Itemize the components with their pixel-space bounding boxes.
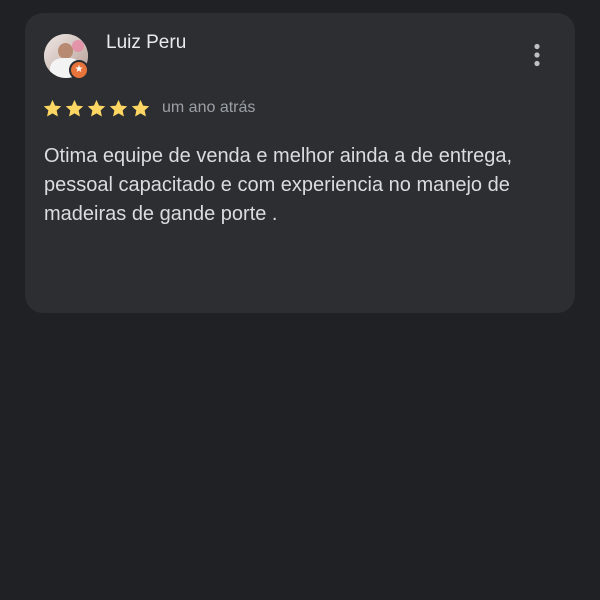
reviewer-name[interactable]: Luiz Peru xyxy=(106,31,186,55)
more-vertical-icon xyxy=(534,43,540,67)
star-icon xyxy=(42,98,63,119)
review-card: ★ Luiz Peru um ano atrás Otima equipe de… xyxy=(25,13,575,313)
review-text: Otima equipe de venda e melhor ainda a d… xyxy=(44,145,513,225)
rating-row: um ano atrás xyxy=(42,97,255,119)
local-guide-star-icon: ★ xyxy=(69,60,89,80)
star-rating xyxy=(42,98,151,119)
avatar-person-head xyxy=(58,43,73,59)
review-date: um ano atrás xyxy=(162,99,256,116)
avatar-detail xyxy=(72,40,84,52)
star-icon xyxy=(64,98,85,119)
star-icon xyxy=(108,98,129,119)
star-icon xyxy=(130,98,151,119)
more-options-button[interactable] xyxy=(525,39,549,71)
star-icon xyxy=(86,98,107,119)
